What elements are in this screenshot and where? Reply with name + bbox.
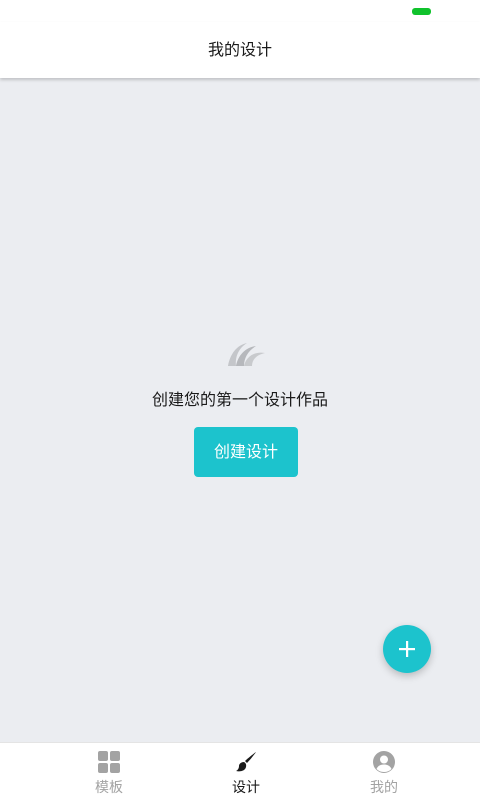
logo-wave-icon [228, 343, 265, 366]
create-design-button[interactable]: 创建设计 [194, 427, 298, 477]
status-bar [0, 0, 480, 22]
tab-design[interactable]: 设计 [206, 743, 286, 800]
tab-label-templates: 模板 [95, 780, 123, 796]
app-header: 我的设计 [0, 22, 480, 78]
user-icon [373, 751, 395, 773]
add-fab-button[interactable] [383, 625, 431, 673]
brush-icon [236, 752, 256, 772]
tab-templates[interactable]: 模板 [69, 743, 149, 800]
app-screen: 我的设计 创建您的第一个设计作品 创建设计 模板 设计 我的 [0, 0, 480, 800]
page-title: 我的设计 [207, 40, 272, 59]
battery-icon [412, 8, 431, 15]
grid-icon [98, 751, 120, 773]
empty-state-message: 创建您的第一个设计作品 [151, 390, 328, 409]
tab-label-mine: 我的 [370, 780, 398, 796]
bottom-tab-bar: 模板 设计 我的 [0, 742, 480, 800]
tab-label-design: 设计 [232, 780, 260, 796]
plus-icon [399, 641, 415, 657]
tab-mine[interactable]: 我的 [344, 743, 424, 800]
